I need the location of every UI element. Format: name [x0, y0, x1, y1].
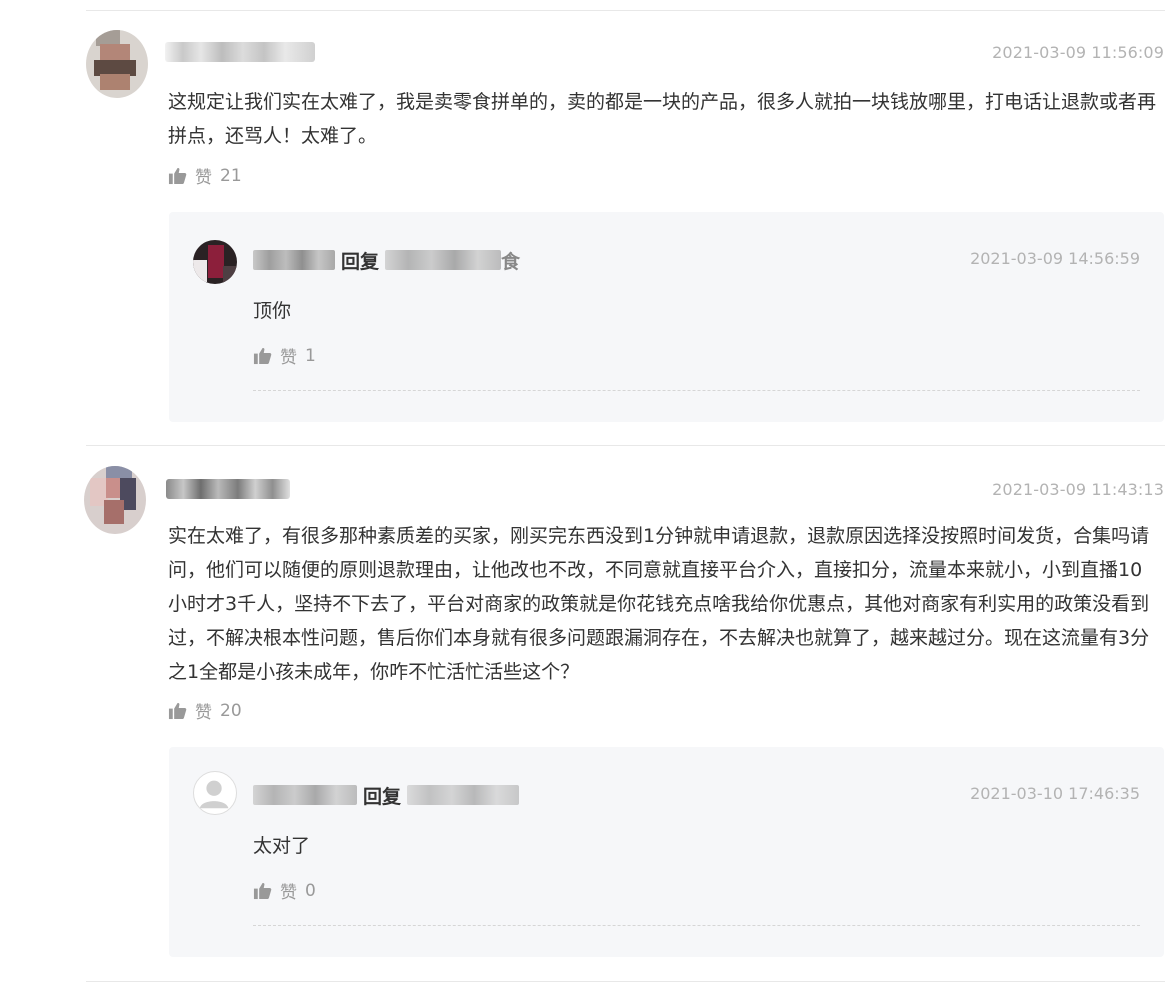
- reply-author-blurred[interactable]: [253, 250, 335, 270]
- reply-divider: [253, 390, 1140, 391]
- like-button[interactable]: 赞 21: [168, 163, 242, 188]
- reply-box: 回复 2021-03-10 17:46:35 太对了 赞 0: [169, 747, 1164, 957]
- like-count: 20: [220, 700, 242, 721]
- like-count: 1: [305, 345, 316, 366]
- reply-text: 太对了: [253, 835, 311, 857]
- thumbs-up-icon: [168, 167, 187, 185]
- bottom-divider: [86, 981, 1165, 982]
- thumbs-up-icon: [253, 347, 272, 365]
- thumbs-up-icon: [253, 882, 272, 900]
- reply-text: 顶你: [253, 300, 292, 322]
- thumbs-up-icon: [168, 702, 187, 720]
- comment-timestamp: 2021-03-09 11:56:09: [992, 43, 1164, 62]
- reply-avatar[interactable]: [193, 771, 237, 815]
- reply-like-button[interactable]: 赞 0: [253, 878, 316, 903]
- reply-timestamp: 2021-03-10 17:46:35: [970, 784, 1140, 803]
- reply-avatar[interactable]: [193, 240, 237, 284]
- like-label: 赞: [195, 168, 212, 188]
- top-divider: [86, 10, 1165, 11]
- like-label: 赞: [195, 703, 212, 723]
- reply-word: 回复: [363, 785, 402, 808]
- user-silhouette-icon: [199, 780, 229, 809]
- user-avatar[interactable]: [84, 466, 146, 534]
- like-count: 0: [305, 880, 316, 901]
- like-label: 赞: [280, 883, 297, 903]
- comment-timestamp: 2021-03-09 11:43:13: [992, 480, 1164, 499]
- reply-word: 回复: [341, 250, 380, 273]
- reply-header: 回复: [253, 781, 520, 809]
- reply-like-button[interactable]: 赞 1: [253, 343, 316, 368]
- reply-target-blurred[interactable]: [385, 250, 502, 270]
- reply-author-blurred[interactable]: [253, 785, 357, 805]
- reply-header: 回复 食: [253, 246, 520, 274]
- username-blurred[interactable]: [165, 42, 315, 62]
- reply-target-blurred[interactable]: [407, 785, 520, 805]
- comment-text: 这规定让我们实在太难了，我是卖零食拼单的，卖的都是一块的产品，很多人就拍一块钱放…: [168, 91, 1157, 147]
- like-label: 赞: [280, 348, 297, 368]
- reply-divider: [253, 925, 1140, 926]
- username-blurred[interactable]: [166, 479, 290, 499]
- like-count: 21: [220, 165, 242, 186]
- comment-text: 实在太难了，有很多那种素质差的买家，刚买完东西没到1分钟就申请退款，退款原因选择…: [168, 525, 1150, 683]
- like-button[interactable]: 赞 20: [168, 698, 242, 723]
- comment-divider: [86, 445, 1165, 446]
- reply-box: 回复 食 2021-03-09 14:56:59 顶你 赞 1: [169, 212, 1164, 422]
- reply-timestamp: 2021-03-09 14:56:59: [970, 249, 1140, 268]
- user-avatar[interactable]: [86, 30, 148, 98]
- reply-target-tail: 食: [501, 250, 521, 273]
